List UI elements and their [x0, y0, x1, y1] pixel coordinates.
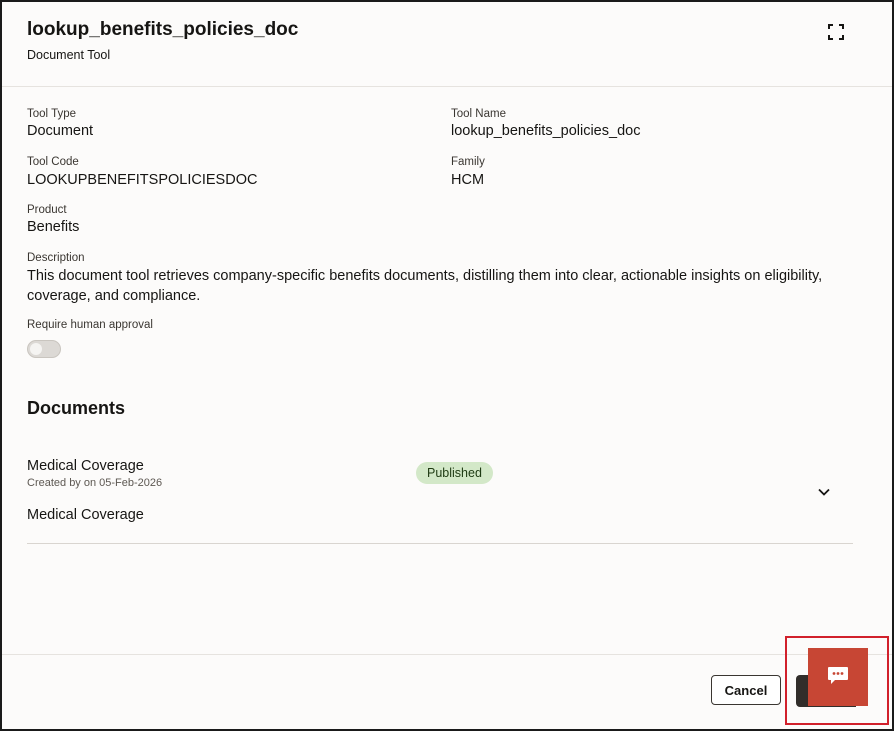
- chat-bubble-icon: [828, 667, 848, 684]
- status-badge: Published: [416, 462, 493, 484]
- expand-document-button[interactable]: [817, 485, 831, 499]
- chevron-down-icon: [818, 488, 830, 496]
- product-value: Benefits: [27, 219, 80, 235]
- family-label: Family: [451, 156, 485, 168]
- tool-type-label: Tool Type: [27, 108, 77, 120]
- toggle-knob: [30, 343, 42, 355]
- document-meta: Created by on 05-Feb-2026: [27, 477, 163, 489]
- tool-code-value: LOOKUPBENEFITSPOLICIESDOC: [27, 172, 258, 188]
- document-row[interactable]: Medical Coverage Created by on 05-Feb-20…: [27, 448, 853, 544]
- human-approval-toggle[interactable]: [27, 340, 61, 358]
- document-subtitle: Medical Coverage: [27, 507, 144, 523]
- human-approval-label: Require human approval: [27, 319, 153, 331]
- family-value: HCM: [451, 172, 485, 188]
- chat-button[interactable]: [808, 648, 868, 706]
- expand-icon: [828, 24, 844, 40]
- document-name: Medical Coverage: [27, 458, 144, 474]
- tool-name-value: lookup_benefits_policies_doc: [451, 123, 641, 139]
- documents-heading: Documents: [27, 398, 126, 418]
- tool-code-label: Tool Code: [27, 156, 79, 168]
- tool-type-value: Document: [27, 123, 94, 139]
- page-title: lookup_benefits_policies_doc: [27, 19, 299, 40]
- expand-button[interactable]: [826, 22, 846, 42]
- cancel-button[interactable]: Cancel: [711, 675, 781, 705]
- product-label: Product: [27, 204, 67, 216]
- drawer-footer: Cancel: [2, 654, 892, 729]
- description-label: Description: [27, 252, 85, 264]
- description-value: This document tool retrieves company-spe…: [27, 268, 823, 304]
- tool-details-drawer: lookup_benefits_policies_doc Document To…: [0, 0, 894, 731]
- drawer-header: lookup_benefits_policies_doc Document To…: [2, 2, 892, 87]
- tool-name-label: Tool Name: [451, 108, 506, 120]
- page-subtitle: Document Tool: [27, 48, 111, 62]
